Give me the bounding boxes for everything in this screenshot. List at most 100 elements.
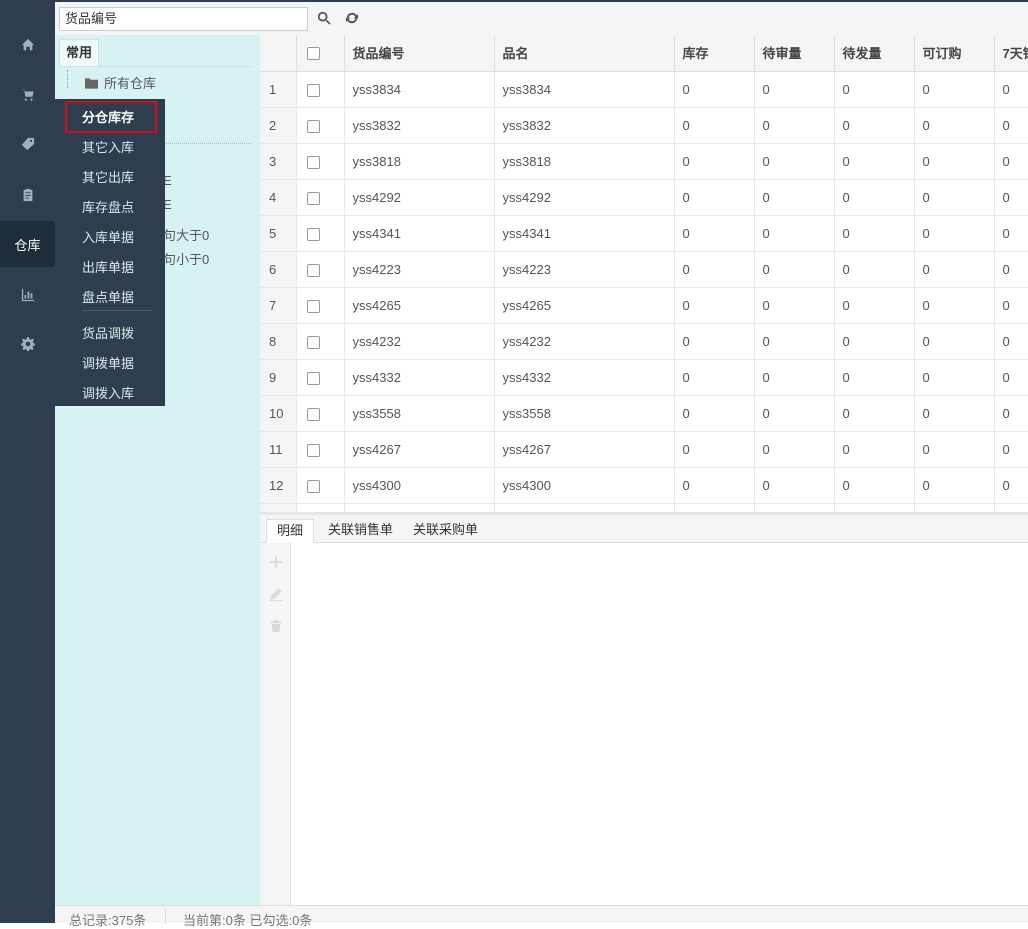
cell-pending-review: 0	[754, 71, 835, 108]
col-header-pending-ship[interactable]: 待发量	[834, 35, 915, 72]
row-checkbox-cell	[296, 107, 345, 144]
table-row[interactable]: 3 yss3818 yss3818 0 0 0 0 0	[260, 143, 1028, 180]
row-checkbox[interactable]	[306, 335, 320, 349]
cell-orderable: 0	[914, 323, 995, 360]
cell-7day-sales: 0	[994, 143, 1028, 180]
row-checkbox[interactable]	[306, 443, 320, 457]
tab-related-purchase[interactable]: 关联采购单	[403, 519, 488, 543]
menu-item-transfer[interactable]: 货品调拨	[82, 323, 134, 342]
table-row[interactable]: 11 yss4267 yss4267 0 0 0 0 0	[260, 431, 1028, 468]
row-checkbox[interactable]	[306, 479, 320, 493]
table-row[interactable]: 1 yss3834 yss3834 0 0 0 0 0	[260, 71, 1028, 108]
col-header-select-all	[296, 35, 345, 72]
cell-stock: 0	[674, 431, 755, 468]
table-row[interactable]: 9 yss4332 yss4332 0 0 0 0 0	[260, 359, 1028, 396]
cell-name: yss4223	[494, 251, 675, 288]
cell-7day-sales: 0	[994, 359, 1028, 396]
menu-item-stocktake[interactable]: 库存盘点	[82, 197, 134, 216]
row-checkbox-cell	[296, 179, 345, 216]
cell-7day-sales: 0	[994, 467, 1028, 504]
nav-rail: 仓库	[0, 0, 55, 923]
cart-icon	[21, 88, 35, 105]
refresh-icon[interactable]	[345, 11, 359, 25]
cell-pending-review: 0	[754, 467, 835, 504]
search-input[interactable]	[158, 7, 308, 31]
row-checkbox-cell	[296, 71, 345, 108]
table-row[interactable]: 2 yss3832 yss3832 0 0 0 0 0	[260, 107, 1028, 144]
trash-icon[interactable]	[269, 619, 283, 633]
menu-item-other-outbound[interactable]: 其它出库	[82, 167, 134, 186]
col-header-pending-review[interactable]: 待审量	[754, 35, 835, 72]
menu-item-branch-stock[interactable]: 分仓库存	[82, 107, 134, 126]
menu-item-transfer-docs[interactable]: 调拨单据	[82, 353, 134, 372]
col-header-7day-sales[interactable]: 7天销	[994, 35, 1028, 72]
col-header-orderable[interactable]: 可订购	[914, 35, 995, 72]
rail-home[interactable]	[0, 23, 55, 69]
rail-warehouse[interactable]: 仓库	[0, 221, 55, 267]
rail-cart[interactable]	[0, 73, 55, 119]
cell-name: yss4300	[494, 467, 675, 504]
row-checkbox[interactable]	[306, 119, 320, 133]
row-checkbox[interactable]	[306, 299, 320, 313]
row-checkbox[interactable]	[306, 155, 320, 169]
cell-7day-sales: 0	[994, 71, 1028, 108]
cell-7day-sales: 0	[994, 215, 1028, 252]
cell-name: yss4332	[494, 359, 675, 396]
gear-icon	[20, 336, 35, 354]
tab-common[interactable]: 常用	[59, 39, 99, 67]
row-checkbox[interactable]	[306, 83, 320, 97]
cell-sku: yss3818	[344, 143, 495, 180]
row-checkbox[interactable]	[306, 191, 320, 205]
tree-node-stock-lt-zero[interactable]: 句小于0	[163, 249, 209, 268]
table-row[interactable]: 6 yss4223 yss4223 0 0 0 0 0	[260, 251, 1028, 288]
rail-orders[interactable]	[0, 173, 55, 219]
tab-related-sales[interactable]: 关联销售单	[318, 519, 403, 543]
cell-orderable: 0	[914, 71, 995, 108]
menu-item-stocktake-docs[interactable]: 盘点单据	[82, 287, 134, 306]
rail-reports[interactable]	[0, 273, 55, 319]
cell-name: yss3558	[494, 395, 675, 432]
folder-icon	[85, 77, 98, 89]
add-icon[interactable]	[269, 555, 283, 569]
menu-item-other-inbound[interactable]: 其它入库	[82, 137, 134, 156]
row-checkbox[interactable]	[306, 227, 320, 241]
cell-sku: yss4267	[344, 431, 495, 468]
edit-icon[interactable]	[269, 587, 283, 601]
menu-item-outbound-docs[interactable]: 出库单据	[82, 257, 134, 276]
table-row[interactable]: 10 yss3558 yss3558 0 0 0 0 0	[260, 395, 1028, 432]
table-row[interactable]: 5 yss4341 yss4341 0 0 0 0 0	[260, 215, 1028, 252]
table-row[interactable]: 4 yss4292 yss4292 0 0 0 0 0	[260, 179, 1028, 216]
menu-item-transfer-inbound[interactable]: 调拨入库	[82, 383, 134, 402]
cell-orderable: 0	[914, 251, 995, 288]
row-checkbox[interactable]	[306, 407, 320, 421]
tag-icon	[21, 137, 35, 154]
table-row[interactable]: 8 yss4232 yss4232 0 0 0 0 0	[260, 323, 1028, 360]
cell-pending-review: 0	[754, 143, 835, 180]
status-bar: 总记录:375条 当前第:0条 已勾选:0条	[55, 905, 1028, 928]
col-header-stock[interactable]: 库存	[674, 35, 755, 72]
table-row[interactable]: 12 yss4300 yss4300 0 0 0 0 0	[260, 467, 1028, 504]
row-number: 6	[260, 251, 297, 288]
cell-sku: yss4332	[344, 359, 495, 396]
cell-name: yss3818	[494, 143, 675, 180]
search-icon[interactable]	[317, 11, 331, 25]
rail-settings[interactable]	[0, 322, 55, 368]
tab-detail[interactable]: 明细	[266, 519, 315, 543]
row-checkbox[interactable]	[306, 371, 320, 385]
menu-item-inbound-docs[interactable]: 入库单据	[82, 227, 134, 246]
col-header-sku[interactable]: 货品编号	[344, 35, 495, 72]
tree-node-stock-gt-zero[interactable]: 句大于0	[163, 225, 209, 244]
tree-node-all-warehouses[interactable]: 所有仓库	[85, 73, 156, 92]
col-header-name[interactable]: 品名	[494, 35, 675, 72]
rail-tags[interactable]	[0, 122, 55, 168]
cell-stock: 0	[674, 179, 755, 216]
tree-separator	[159, 143, 251, 144]
cell-orderable: 0	[914, 143, 995, 180]
select-all-checkbox[interactable]	[306, 47, 320, 61]
cell-pending-review: 0	[754, 359, 835, 396]
rail-warehouse-label: 仓库	[14, 237, 41, 253]
row-checkbox[interactable]	[306, 263, 320, 277]
table-row[interactable]: 7 yss4265 yss4265 0 0 0 0 0	[260, 287, 1028, 324]
cell-sku: yss3832	[344, 107, 495, 144]
cell-pending-review: 0	[754, 323, 835, 360]
